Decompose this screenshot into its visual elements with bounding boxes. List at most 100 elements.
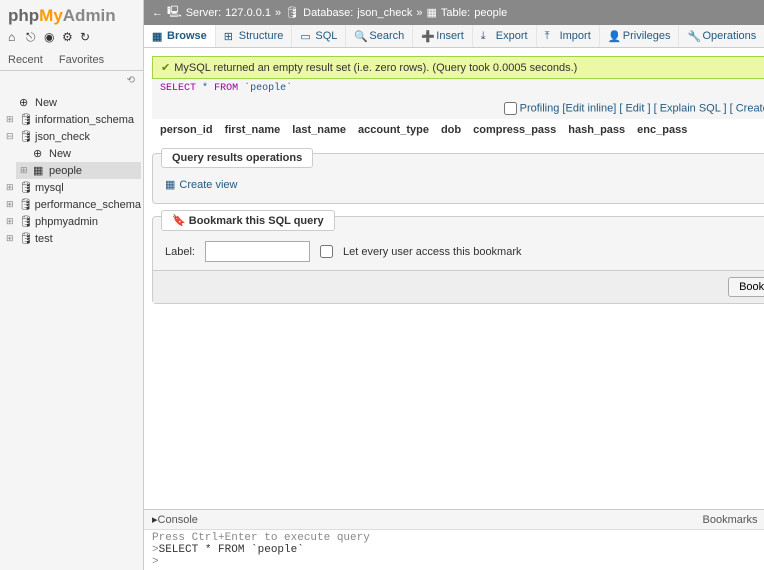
tab-label: SQL xyxy=(315,30,337,42)
main: ← 🖳 Server: 127.0.0.1 » 🛢 Database: json… xyxy=(144,0,764,570)
tree-db-test[interactable]: ⊞🛢test xyxy=(2,230,141,247)
tab-label: Structure xyxy=(239,30,284,42)
db-tree: ⊕New ⊞🛢information_schema ⊟🛢json_check ⊕… xyxy=(0,90,143,570)
tree-db-label: phpmyadmin xyxy=(35,216,98,228)
expand-icon[interactable]: ⊞ xyxy=(6,216,16,227)
edit-link[interactable]: Edit xyxy=(625,102,644,114)
logout-icon[interactable]: ⎋ xyxy=(26,30,40,44)
tree-new-label: New xyxy=(49,148,71,160)
console-body[interactable]: Press Ctrl+Enter to execute query >SELEC… xyxy=(144,529,764,570)
console-title: Console xyxy=(158,514,198,526)
breadcrumb-table[interactable]: people xyxy=(474,7,507,19)
sql-text: * xyxy=(202,83,208,94)
export-icon: ⤓ xyxy=(481,30,493,42)
tree-db-label: test xyxy=(35,233,53,245)
tab-browse[interactable]: ▦Browse xyxy=(144,25,216,47)
collapse-sidebar-icon[interactable]: ⟲ xyxy=(0,71,143,90)
collapse-left-icon[interactable]: ← xyxy=(152,7,163,19)
tree-db-mysql[interactable]: ⊞🛢mysql xyxy=(2,179,141,196)
bookmark-public-checkbox[interactable] xyxy=(320,245,333,258)
tab-operations[interactable]: 🔧Operations xyxy=(679,25,764,47)
sql-display: SELECT * FROM `people` xyxy=(152,79,764,98)
tree-table-people[interactable]: ⊞▦people xyxy=(16,162,141,179)
col-header: dob xyxy=(441,124,461,136)
db-icon: 🛢 xyxy=(19,198,32,211)
col-header: enc_pass xyxy=(637,124,687,136)
db-icon: 🛢 xyxy=(285,6,299,19)
tree-db-label: information_schema xyxy=(35,114,134,126)
sql-kw: FROM xyxy=(214,83,238,94)
settings-icon[interactable]: ⚙ xyxy=(62,30,76,44)
new-icon: ⊕ xyxy=(19,96,32,109)
reload-icon[interactable]: ↻ xyxy=(80,30,94,44)
tree-db-performance-schema[interactable]: ⊞🛢performance_schema xyxy=(2,196,141,213)
tree-new-table[interactable]: ⊕New xyxy=(16,145,141,162)
breadcrumb-server[interactable]: 127.0.0.1 xyxy=(225,7,271,19)
tab-favorites[interactable]: Favorites xyxy=(51,50,112,70)
insert-icon: ➕ xyxy=(421,30,433,42)
col-header: account_type xyxy=(358,124,429,136)
breadcrumb-table-label: Table: xyxy=(441,7,470,19)
expand-icon[interactable]: ⊞ xyxy=(6,182,16,193)
expand-icon[interactable]: ⊞ xyxy=(6,233,16,244)
bookmark-submit-button[interactable]: Bookmark this SQL query xyxy=(728,277,764,297)
profiling-row: Profiling [Edit inline] [ Edit ] [ Expla… xyxy=(152,98,764,119)
bookmark-label-input[interactable] xyxy=(205,241,310,262)
breadcrumb: ← 🖳 Server: 127.0.0.1 » 🛢 Database: json… xyxy=(144,0,764,25)
tab-search[interactable]: 🔍Search xyxy=(346,25,413,47)
top-nav: ▦Browse ⊞Structure ▭SQL 🔍Search ➕Insert … xyxy=(144,25,764,48)
breadcrumb-db[interactable]: json_check xyxy=(357,7,412,19)
bookmark-icon: 🔖 xyxy=(172,215,186,227)
collapse-icon[interactable]: ⊟ xyxy=(6,131,16,142)
expand-icon[interactable]: ⊞ xyxy=(20,165,30,176)
tab-insert[interactable]: ➕Insert xyxy=(413,25,473,47)
expand-icon[interactable]: ⊞ xyxy=(6,199,16,210)
tree-db-phpmyadmin[interactable]: ⊞🛢phpmyadmin xyxy=(2,213,141,230)
create-php-link[interactable]: Create PHP code xyxy=(736,102,764,114)
logo: phpMyAdmin xyxy=(0,0,143,28)
tree-new[interactable]: ⊕New xyxy=(2,94,141,111)
db-icon: 🛢 xyxy=(19,113,32,126)
tab-label: Export xyxy=(496,30,528,42)
tree-db-information-schema[interactable]: ⊞🛢information_schema xyxy=(2,111,141,128)
home-icon[interactable]: ⌂ xyxy=(8,30,22,44)
tree-db-json-check[interactable]: ⊟🛢json_check xyxy=(2,128,141,145)
expand-icon[interactable]: ⊞ xyxy=(6,114,16,125)
sidebar-toolbar: ⌂ ⎋ ◉ ⚙ ↻ xyxy=(0,28,143,50)
edit-inline-link[interactable]: Edit inline xyxy=(566,102,614,114)
bookmark-public-label: Let every user access this bookmark xyxy=(343,246,522,258)
panel-title: Query results operations xyxy=(161,148,313,168)
privileges-icon: 👤 xyxy=(608,30,620,42)
bookmark-label: Label: xyxy=(165,246,195,258)
breadcrumb-sep: » xyxy=(416,7,422,19)
console-line: SELECT * FROM `people` xyxy=(159,544,304,556)
tab-label: Privileges xyxy=(623,30,671,42)
console-bookmarks-link[interactable]: Bookmarks xyxy=(703,514,758,526)
tree-db-label: json_check xyxy=(35,131,90,143)
docs-icon[interactable]: ◉ xyxy=(44,30,58,44)
col-header: last_name xyxy=(292,124,346,136)
create-view-link[interactable]: ▦ Create view xyxy=(165,178,764,191)
breadcrumb-db-label: Database: xyxy=(303,7,353,19)
tab-sql[interactable]: ▭SQL xyxy=(292,25,346,47)
col-header: compress_pass xyxy=(473,124,556,136)
tree-db-label: mysql xyxy=(35,182,64,194)
panel-title: 🔖 Bookmark this SQL query xyxy=(161,210,335,231)
console-prompt: > xyxy=(152,544,159,556)
profiling-label: Profiling xyxy=(520,102,560,114)
tab-label: Search xyxy=(369,30,404,42)
tab-recent[interactable]: Recent xyxy=(0,50,51,70)
explain-sql-link[interactable]: Explain SQL xyxy=(660,102,721,114)
profiling-checkbox[interactable] xyxy=(504,102,517,115)
tab-label: Import xyxy=(560,30,591,42)
db-icon: 🛢 xyxy=(19,130,32,143)
sql-kw: SELECT xyxy=(160,83,196,94)
structure-icon: ⊞ xyxy=(224,30,236,42)
tab-import[interactable]: ⤒Import xyxy=(537,25,600,47)
sql-icon: ▭ xyxy=(300,30,312,42)
tree-new-label: New xyxy=(35,97,57,109)
tab-export[interactable]: ⤓Export xyxy=(473,25,537,47)
tab-privileges[interactable]: 👤Privileges xyxy=(600,25,680,47)
tab-structure[interactable]: ⊞Structure xyxy=(216,25,293,47)
tab-label: Insert xyxy=(436,30,464,42)
